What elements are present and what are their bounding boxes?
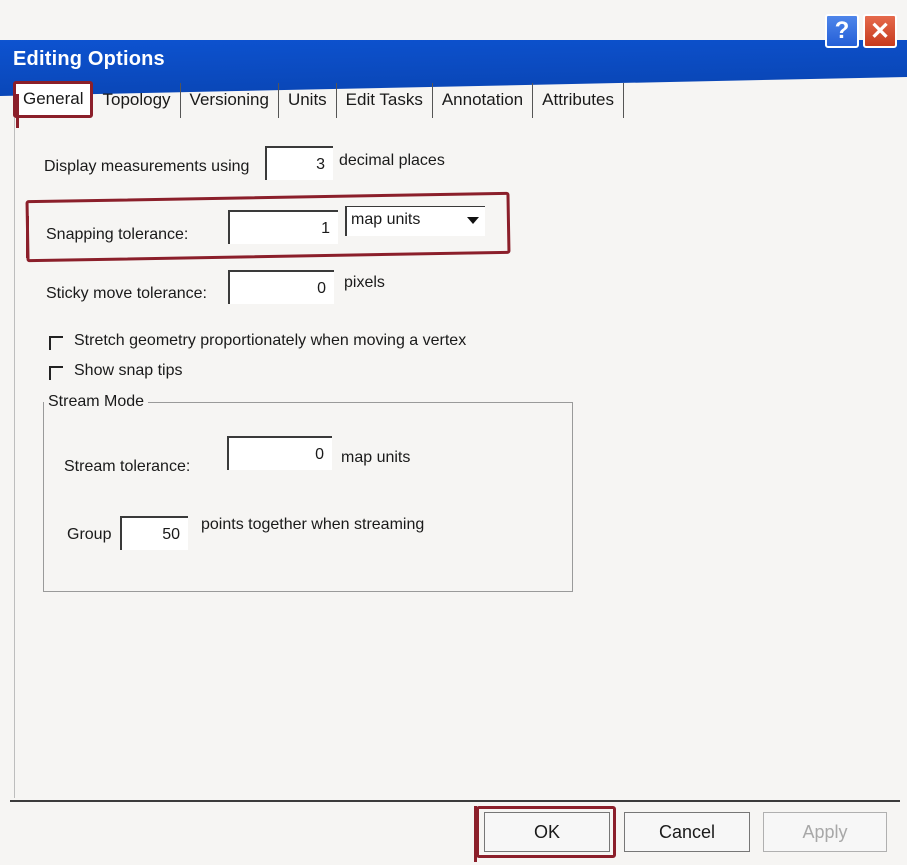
help-icon: ? (834, 17, 850, 44)
tab-annotation[interactable]: Annotation (433, 83, 534, 118)
tab-units[interactable]: Units (279, 83, 337, 118)
snapping-units-select[interactable]: map units (345, 206, 485, 236)
stream-mode-legend: Stream Mode (44, 393, 149, 411)
sticky-move-tolerance-input[interactable]: 0 (228, 270, 334, 304)
show-snap-tips-checkbox[interactable] (49, 366, 63, 380)
cancel-button[interactable]: Cancel (624, 812, 750, 852)
close-icon: ✕ (869, 17, 891, 45)
bottom-separator (10, 800, 900, 802)
stretch-geometry-checkbox[interactable] (49, 336, 63, 350)
dropdown-arrow-icon (467, 217, 479, 224)
tab-edit-tasks[interactable]: Edit Tasks (337, 83, 433, 118)
snapping-units-value: map units (351, 211, 421, 228)
snapping-left-mark (26, 216, 29, 258)
ok-highlight-box (476, 806, 616, 858)
tab-general[interactable]: General (13, 81, 94, 118)
stream-tolerance-label: Stream tolerance: (64, 458, 191, 475)
group-points-suffix: points together when streaming (201, 516, 425, 533)
group-label: Group (67, 526, 112, 543)
group-points-input[interactable]: 50 (120, 516, 188, 550)
show-snap-tips-label: Show snap tips (74, 362, 183, 379)
sticky-move-tolerance-label: Sticky move tolerance: (46, 285, 207, 302)
dialog: Editing Options ? ✕ General Topology Ver… (0, 0, 907, 865)
snapping-tolerance-input[interactable]: 1 (228, 210, 338, 244)
stream-tolerance-suffix: map units (341, 449, 411, 466)
snapping-tolerance-label: Snapping tolerance: (46, 226, 189, 243)
tab-attributes[interactable]: Attributes (533, 83, 624, 118)
stream-mode-group (43, 402, 573, 592)
title-bar-top-area (0, 0, 907, 40)
pixels-suffix: pixels (344, 274, 385, 291)
apply-button[interactable]: Apply (763, 812, 887, 852)
help-button[interactable]: ? (825, 14, 859, 48)
decimal-places-suffix: decimal places (339, 152, 445, 169)
tab-strip: General Topology Versioning Units Edit T… (13, 74, 624, 118)
display-measurements-label: Display measurements using (44, 158, 250, 175)
decimal-places-input[interactable]: 3 (265, 146, 333, 180)
tab-versioning[interactable]: Versioning (181, 83, 279, 118)
tab-topology[interactable]: Topology (93, 83, 181, 118)
general-tab-left-mark (16, 94, 19, 128)
dialog-title: Editing Options (13, 48, 165, 70)
ok-highlight-left-mark (474, 806, 477, 862)
stretch-geometry-label: Stretch geometry proportionately when mo… (74, 332, 467, 349)
stream-tolerance-input[interactable]: 0 (227, 436, 332, 470)
close-button[interactable]: ✕ (863, 14, 897, 48)
